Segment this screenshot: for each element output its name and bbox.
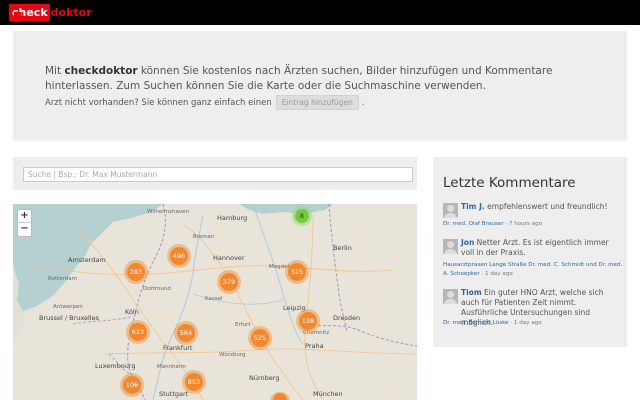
map-cluster[interactable]: 106 — [120, 373, 144, 397]
avatar-icon — [443, 203, 458, 218]
comment-doctor-link[interactable]: Hausarztpraxen Lange Straße Dr. med. C. … — [443, 262, 622, 277]
comment-author-link[interactable]: Jon — [461, 238, 474, 247]
map-label-berlin: Berlin — [333, 244, 352, 252]
zoom-out-button[interactable]: − — [18, 223, 31, 236]
map-label-stuttgart: Stuttgart — [159, 390, 189, 398]
intro-text: Mit checkdoktor können Sie kostenlos nac… — [45, 65, 553, 92]
comment-meta: Dr. med. Olaf Brauser · 7 hours ago — [443, 221, 543, 227]
map-cluster[interactable]: 379 — [217, 270, 241, 294]
comment-meta: Dr. med. Bernard Lüske · 1 day ago — [443, 320, 542, 326]
doctor-map[interactable]: Wilhelmshaven Hamburg Bremen Berlin Hann… — [13, 204, 417, 400]
comment-text: Jon Netter Arzt. Es ist eigentlich immer… — [461, 238, 609, 257]
latest-comments-panel: Letzte Kommentare Tim J. empfehlenswert … — [433, 157, 627, 347]
map-label-kassel: Kassel — [205, 296, 223, 302]
map-cluster[interactable]: 315 — [285, 260, 309, 284]
zoom-in-button[interactable]: + — [18, 210, 31, 223]
comment-author-link[interactable]: Tim J. — [461, 202, 485, 211]
map-label-muenchen: München — [313, 390, 343, 398]
map-label-amsterdam: Amsterdam — [68, 256, 106, 264]
map-label-wilhelmshaven: Wilhelmshaven — [147, 209, 189, 215]
map-label-koeln: Köln — [125, 308, 139, 316]
map-label-hamburg: Hamburg — [217, 214, 248, 222]
map-base — [13, 204, 417, 400]
map-cluster[interactable]: 138 — [296, 309, 320, 333]
map-label-rotterdam: Rotterdam — [48, 276, 78, 282]
map-label-mannheim: Mannheim — [157, 364, 186, 370]
map-label-brussel: Brussel / Bruxelles — [39, 314, 100, 322]
map-label-dortmund: Dortmund — [143, 286, 171, 292]
comment-meta: Hausarztpraxen Lange Straße Dr. med. C. … — [443, 262, 623, 277]
map-cluster[interactable]: 283 — [124, 260, 148, 284]
map-label-antwerpen: Antwerpen — [53, 304, 83, 310]
map-label-wuerzburg: Würzburg — [219, 352, 246, 358]
zoom-control: + − — [17, 209, 32, 237]
add-entry-button[interactable]: Eintrag hinzufügen — [275, 95, 359, 110]
search-input[interactable] — [23, 167, 413, 182]
logo-mark-icon — [14, 12, 21, 22]
map-label-frankfurt: Frankfurt — [163, 344, 193, 352]
map-label-hannover: Hannover — [213, 254, 245, 262]
comments-title: Letzte Kommentare — [443, 175, 576, 191]
not-found-text: Arzt nicht vorhanden? Sie können ganz ei… — [45, 97, 272, 108]
map-label-praha: Praha — [305, 342, 324, 350]
logo-doktor: doktor — [50, 6, 92, 19]
comment-author-link[interactable]: Tiom — [461, 288, 482, 297]
map-label-erfurt: Erfurt — [235, 322, 251, 328]
map-label-luxembourg: Luxembourg — [95, 362, 136, 370]
intro-not-found: Arzt nicht vorhanden? Sie können ganz ei… — [45, 95, 365, 110]
map-cluster[interactable]: 853 — [182, 370, 206, 394]
comment-doctor-link[interactable]: Dr. med. Olaf Brauser — [443, 221, 504, 227]
map-cluster[interactable]: 8 — [292, 206, 312, 226]
map-label-nuernberg: Nürnberg — [249, 374, 280, 382]
map-label-bremen: Bremen — [193, 234, 215, 240]
map-cluster[interactable]: 564 — [174, 321, 198, 345]
map-label-dresden: Dresden — [333, 314, 361, 322]
intro-brand: checkdoktor — [64, 65, 138, 77]
intro-panel: Mit checkdoktor können Sie kostenlos nac… — [13, 31, 627, 141]
comment-text: Tim J. empfehlenswert und freundlich! — [461, 202, 608, 211]
search-panel — [13, 157, 417, 190]
map-cluster[interactable]: 525 — [248, 326, 272, 350]
logo[interactable]: check doktor — [9, 4, 92, 21]
avatar-icon — [443, 289, 458, 304]
avatar-icon — [443, 239, 458, 254]
map-cluster[interactable]: 623 — [126, 320, 150, 344]
top-bar: check doktor — [0, 0, 640, 25]
map-cluster[interactable]: 496 — [167, 244, 191, 268]
comment-doctor-link[interactable]: Dr. med. Bernard Lüske — [443, 320, 509, 326]
